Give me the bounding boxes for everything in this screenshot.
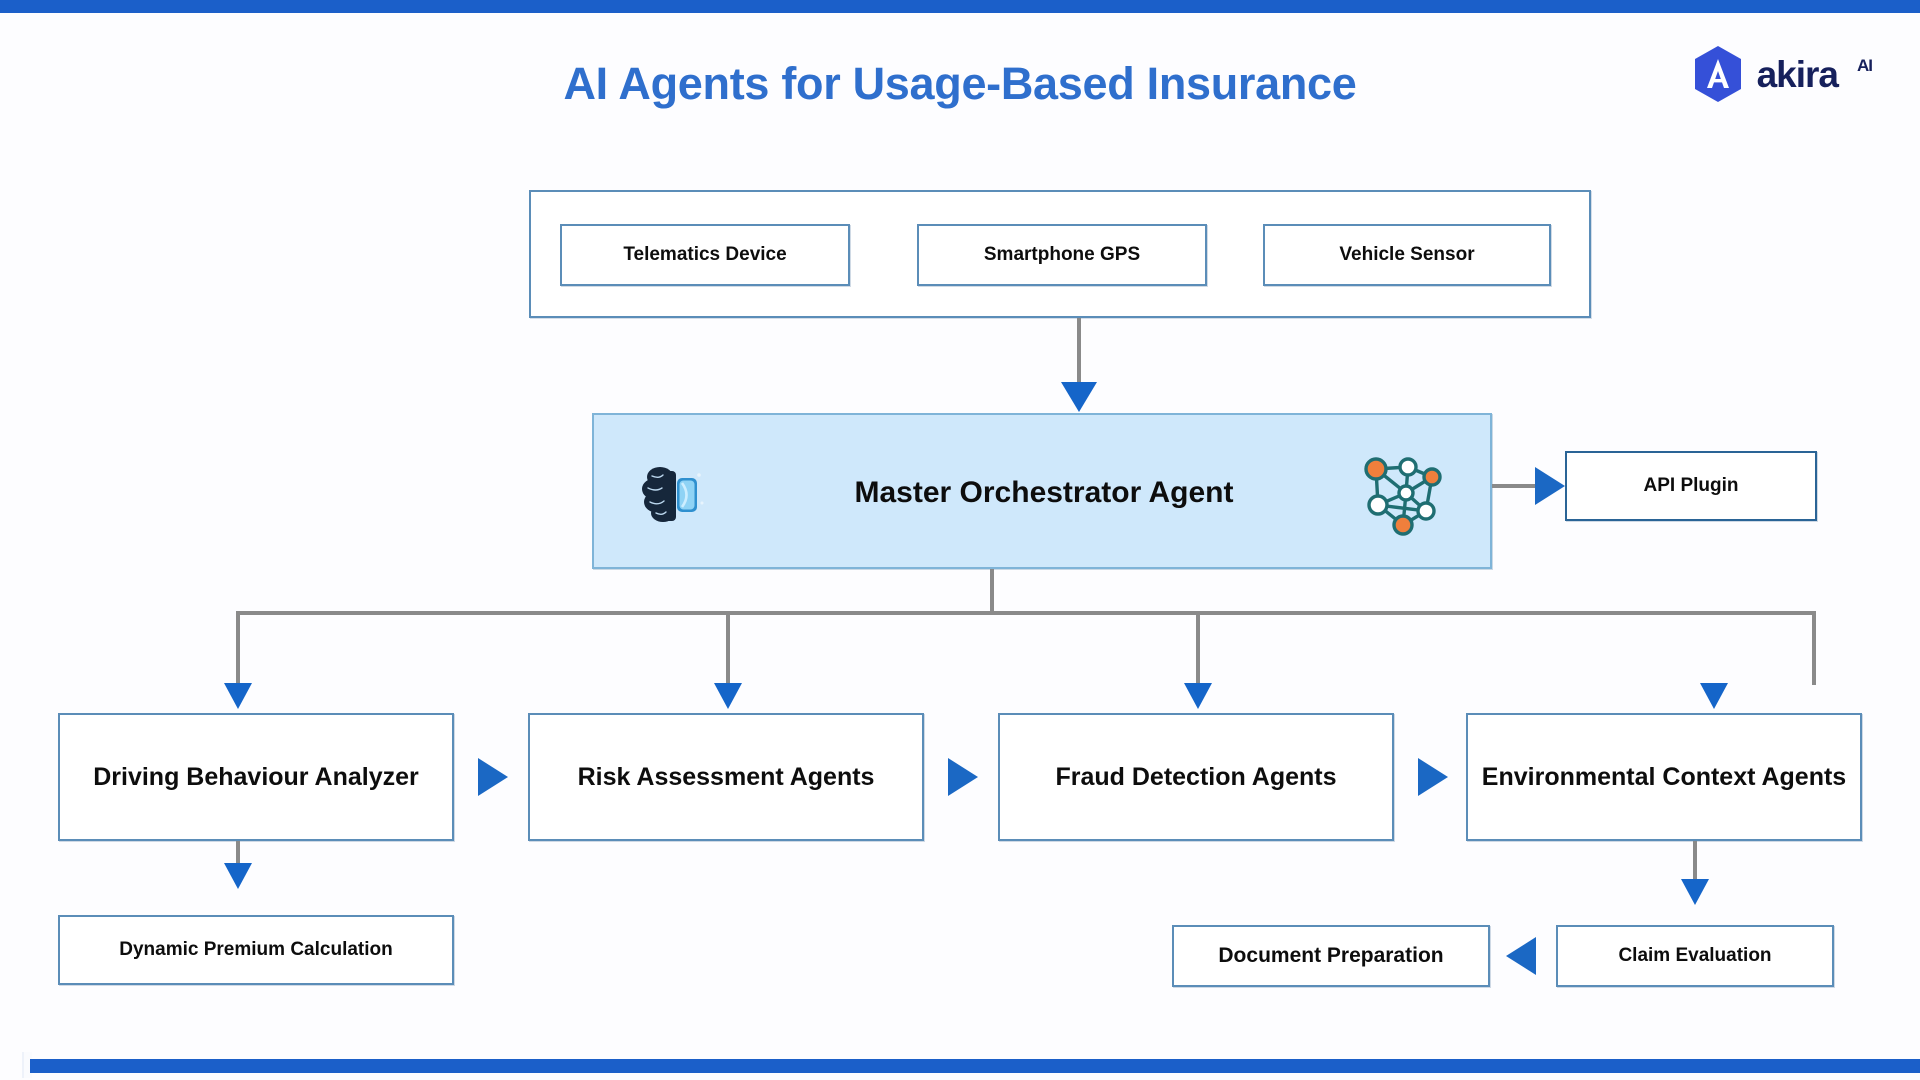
arrowhead-to-agent-2 <box>714 683 742 709</box>
arrow-agent3-to-agent4 <box>1418 758 1448 796</box>
arrow-agent2-to-agent3 <box>948 758 978 796</box>
outcome-dynamic-premium-calculation[interactable]: Dynamic Premium Calculation <box>58 915 454 985</box>
outcome-document-preparation[interactable]: Document Preparation <box>1172 925 1490 987</box>
connector-sources-to-orchestrator <box>1077 318 1081 384</box>
akira-hexagon-icon <box>1690 44 1746 104</box>
agent-label: Risk Assessment Agents <box>577 763 875 791</box>
arrowhead-sources-to-orchestrator <box>1061 382 1097 412</box>
logo-wordmark: akira AI <box>1756 53 1873 95</box>
arrowhead-to-agent-3 <box>1184 683 1212 709</box>
logo-superscript: AI <box>1857 55 1873 75</box>
connector-bus-to-agent-4 <box>1812 611 1816 685</box>
outcome-label: Document Preparation <box>1218 943 1444 967</box>
data-source-vehicle-sensor[interactable]: Vehicle Sensor <box>1263 224 1551 286</box>
connector-agent4-to-claim <box>1693 841 1697 883</box>
neural-network-icon <box>1356 449 1448 541</box>
bottom-brand-bar <box>30 1059 1920 1073</box>
connector-bus-to-agent-3 <box>1196 611 1200 685</box>
diagram-canvas: AI Agents for Usage-Based Insurance akir… <box>0 0 1920 1080</box>
agent-risk-assessment-agents[interactable]: Risk Assessment Agents <box>528 713 924 841</box>
connector-bus-to-agent-2 <box>726 611 730 685</box>
arrowhead-to-claim <box>1681 879 1709 905</box>
outcome-claim-evaluation[interactable]: Claim Evaluation <box>1556 925 1834 987</box>
agent-label: Fraud Detection Agents <box>1055 763 1337 791</box>
data-source-label: Vehicle Sensor <box>1339 243 1475 265</box>
arrowhead-orchestrator-to-api <box>1535 467 1565 505</box>
connector-bus-to-agent-1 <box>236 611 240 685</box>
agent-fraud-detection-agents[interactable]: Fraud Detection Agents <box>998 713 1394 841</box>
connector-orchestrator-drop <box>990 569 994 613</box>
agent-environmental-context-agents[interactable]: Environmental Context Agents <box>1466 713 1862 841</box>
top-brand-bar <box>0 0 1920 13</box>
data-source-label: Telematics Device <box>623 243 787 265</box>
agent-label: Environmental Context Agents <box>1481 763 1847 791</box>
akira-ai-logo: akira AI <box>1690 44 1873 104</box>
agent-label: Driving Behaviour Analyzer <box>93 763 419 791</box>
arrowhead-to-agent-1 <box>224 683 252 709</box>
arrowhead-to-premium <box>224 863 252 889</box>
data-source-label: Smartphone GPS <box>983 243 1141 265</box>
outcome-label: Claim Evaluation <box>1618 944 1772 966</box>
outcome-label: Dynamic Premium Calculation <box>119 938 393 960</box>
arrow-agent1-to-agent2 <box>478 758 508 796</box>
api-plugin-label: API Plugin <box>1643 474 1739 496</box>
connector-orchestrator-to-api <box>1492 484 1538 488</box>
page-title: AI Agents for Usage-Based Insurance <box>563 58 1357 109</box>
agent-driving-behaviour-analyzer[interactable]: Driving Behaviour Analyzer <box>58 713 454 841</box>
master-orchestrator-agent[interactable]: Master Orchestrator Agent <box>592 413 1492 569</box>
data-source-telematics-device[interactable]: Telematics Device <box>560 224 850 286</box>
connector-agents-bus <box>236 611 1816 615</box>
arrow-claim-to-document <box>1506 937 1536 975</box>
data-source-smartphone-gps[interactable]: Smartphone GPS <box>917 224 1207 286</box>
logo-name: akira <box>1756 53 1839 95</box>
arrowhead-to-agent-4 <box>1700 683 1728 709</box>
api-plugin-box[interactable]: API Plugin <box>1565 451 1817 521</box>
